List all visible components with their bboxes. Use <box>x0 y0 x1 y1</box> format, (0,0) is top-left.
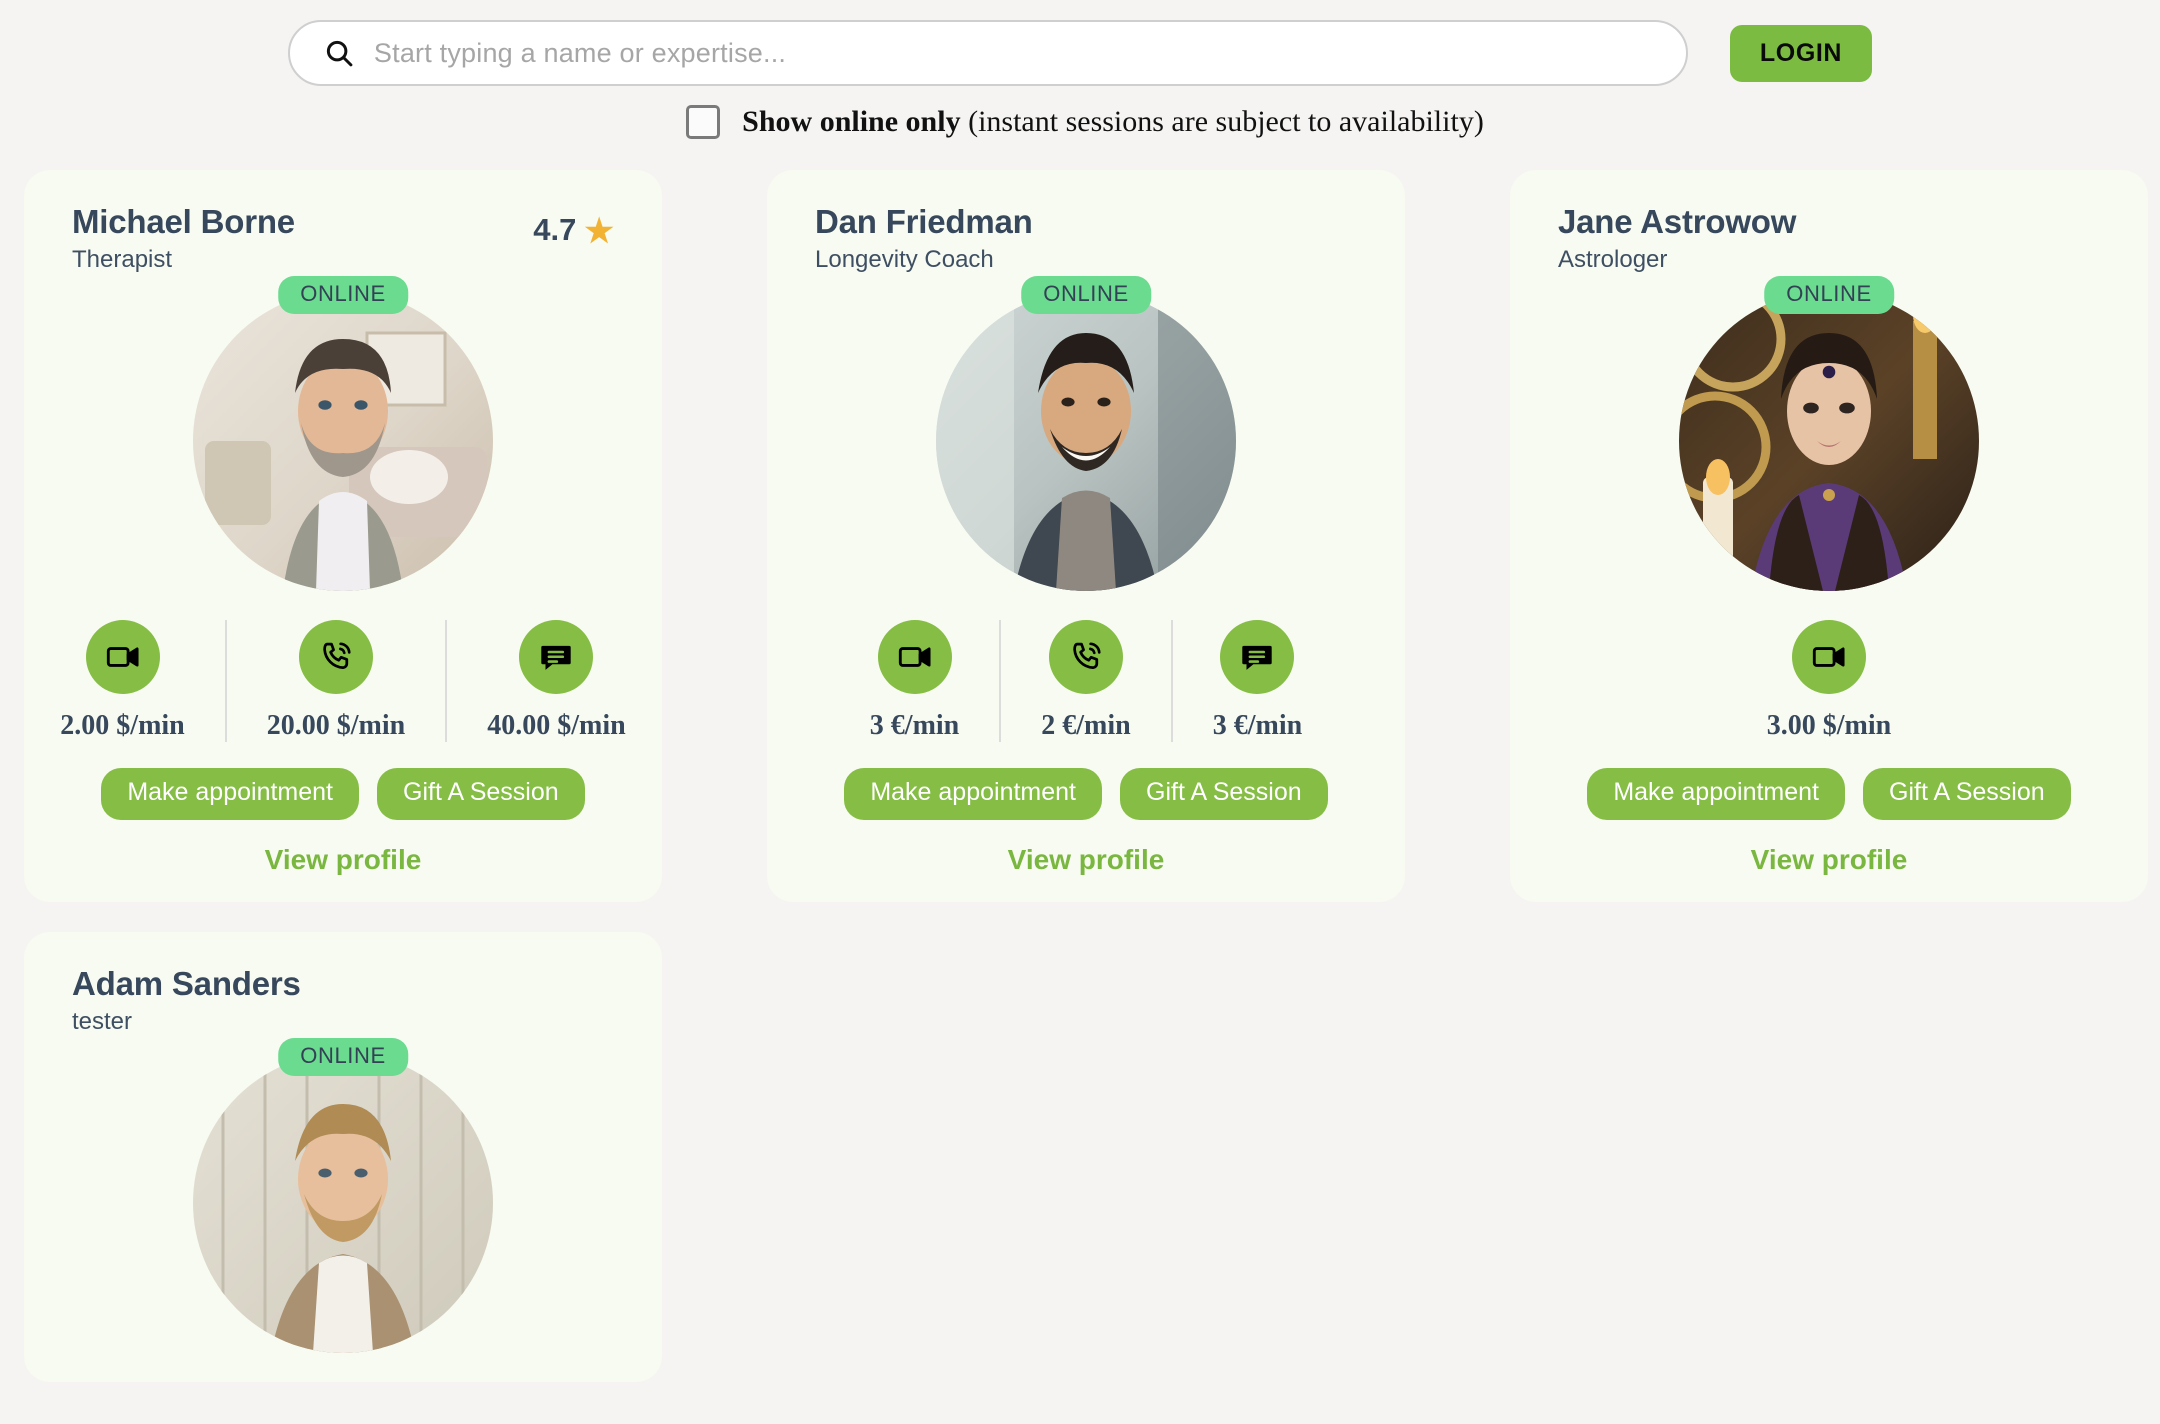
show-online-only-checkbox[interactable] <box>686 105 720 139</box>
action-item: 3 €/min <box>1171 620 1342 742</box>
price-label: 20.00 $/min <box>267 710 405 742</box>
avatar[interactable] <box>193 1053 493 1353</box>
rating-value: 4.7 <box>533 212 576 248</box>
view-profile-link[interactable]: View profile <box>1751 844 1908 876</box>
professional-card: Adam SanderstesterONLINE <box>24 932 662 1382</box>
action-row: 3 €/min 2 €/min 3 €/min <box>797 620 1375 742</box>
make-appointment-button[interactable]: Make appointment <box>844 768 1102 820</box>
avatar-wrapper: ONLINE <box>190 288 496 594</box>
chat-bubble-icon <box>538 639 574 675</box>
view-profile-link[interactable]: View profile <box>265 844 422 876</box>
chat-bubble-icon <box>1239 639 1275 675</box>
name-block: Dan Friedman Longevity Coach <box>815 204 1033 274</box>
action-row: 3.00 $/min <box>1540 620 2118 742</box>
name-block: Jane Astrowow Astrologer <box>1558 204 1796 274</box>
professional-card: Jane AstrowowAstrologerONLINE3.00 $/minM… <box>1510 170 2148 902</box>
video-camera-button[interactable] <box>878 620 952 694</box>
video-camera-button[interactable] <box>1792 620 1866 694</box>
price-label: 40.00 $/min <box>487 710 625 742</box>
search-box[interactable] <box>288 20 1688 86</box>
video-camera-icon <box>897 639 933 675</box>
action-row: 2.00 $/min 20.00 $/min 40.00 $/min <box>54 620 632 742</box>
card-header: Dan Friedman Longevity Coach <box>797 204 1375 274</box>
login-button[interactable]: LOGIN <box>1730 25 1872 82</box>
price-label: 3 €/min <box>870 710 959 742</box>
star-icon: ★ <box>584 214 614 247</box>
filter-label-note: (instant sessions are subject to availab… <box>961 105 1484 138</box>
professional-role: Therapist <box>72 246 295 274</box>
price-label: 3 €/min <box>1213 710 1302 742</box>
filter-label-bold: Show online only <box>742 105 960 138</box>
status-badge: ONLINE <box>1021 276 1151 314</box>
action-item: 3.00 $/min <box>1727 620 1931 742</box>
filter-row: Show online only (instant sessions are s… <box>0 92 2160 152</box>
professional-card: Dan FriedmanLongevity CoachONLINE3 €/min… <box>767 170 1405 902</box>
action-item: 2 €/min <box>999 620 1170 742</box>
professional-role: Astrologer <box>1558 246 1796 274</box>
video-camera-icon <box>1811 639 1847 675</box>
card-header: Jane Astrowow Astrologer <box>1540 204 2118 274</box>
avatar-wrapper: ONLINE <box>1676 288 1982 594</box>
show-online-only-label: Show online only (instant sessions are s… <box>742 105 1484 139</box>
avatar[interactable] <box>936 291 1236 591</box>
rating: 4.7★ <box>533 204 614 248</box>
phone-call-button[interactable] <box>1049 620 1123 694</box>
status-badge: ONLINE <box>1764 276 1894 314</box>
professional-card-grid: Michael Borne Therapist 4.7★ ONLINE 2.00 $/m… <box>12 152 2160 1382</box>
avatar[interactable] <box>1679 291 1979 591</box>
cta-row: Make appointment Gift A Session <box>1540 768 2118 820</box>
professional-name: Jane Astrowow <box>1558 204 1796 240</box>
gift-a-session-button[interactable]: Gift A Session <box>1863 768 2071 820</box>
cta-row: Make appointment Gift A Session <box>54 768 632 820</box>
view-profile-link[interactable]: View profile <box>1008 844 1165 876</box>
professional-name: Adam Sanders <box>72 966 301 1002</box>
professional-name: Dan Friedman <box>815 204 1033 240</box>
professional-card: Michael Borne Therapist 4.7★ ONLINE 2.00 $/m… <box>24 170 662 902</box>
card-header: Adam Sanders tester <box>54 966 632 1036</box>
gift-a-session-button[interactable]: Gift A Session <box>377 768 585 820</box>
status-badge: ONLINE <box>278 276 408 314</box>
avatar[interactable] <box>193 291 493 591</box>
professional-role: Longevity Coach <box>815 246 1033 274</box>
professional-name: Michael Borne <box>72 204 295 240</box>
professional-role: tester <box>72 1008 301 1036</box>
action-item: 3 €/min <box>830 620 999 742</box>
cta-row: Make appointment Gift A Session <box>797 768 1375 820</box>
price-label: 3.00 $/min <box>1767 710 1891 742</box>
search-icon <box>324 38 354 68</box>
price-label: 2 €/min <box>1041 710 1130 742</box>
avatar-wrapper: ONLINE <box>933 288 1239 594</box>
search-container <box>288 20 1688 86</box>
avatar-wrapper: ONLINE <box>190 1050 496 1356</box>
phone-call-icon <box>1068 639 1104 675</box>
top-bar: LOGIN <box>0 0 2160 92</box>
price-label: 2.00 $/min <box>60 710 184 742</box>
name-block: Michael Borne Therapist <box>72 204 295 274</box>
chat-bubble-button[interactable] <box>519 620 593 694</box>
phone-call-icon <box>318 639 354 675</box>
name-block: Adam Sanders tester <box>72 966 301 1036</box>
action-item: 2.00 $/min <box>20 620 224 742</box>
gift-a-session-button[interactable]: Gift A Session <box>1120 768 1328 820</box>
chat-bubble-button[interactable] <box>1220 620 1294 694</box>
search-input[interactable] <box>374 38 1660 69</box>
video-camera-icon <box>105 639 141 675</box>
make-appointment-button[interactable]: Make appointment <box>1587 768 1845 820</box>
make-appointment-button[interactable]: Make appointment <box>101 768 359 820</box>
video-camera-button[interactable] <box>86 620 160 694</box>
status-badge: ONLINE <box>278 1038 408 1076</box>
action-item: 20.00 $/min <box>225 620 445 742</box>
card-header: Michael Borne Therapist 4.7★ <box>54 204 632 274</box>
phone-call-button[interactable] <box>299 620 373 694</box>
action-item: 40.00 $/min <box>445 620 665 742</box>
